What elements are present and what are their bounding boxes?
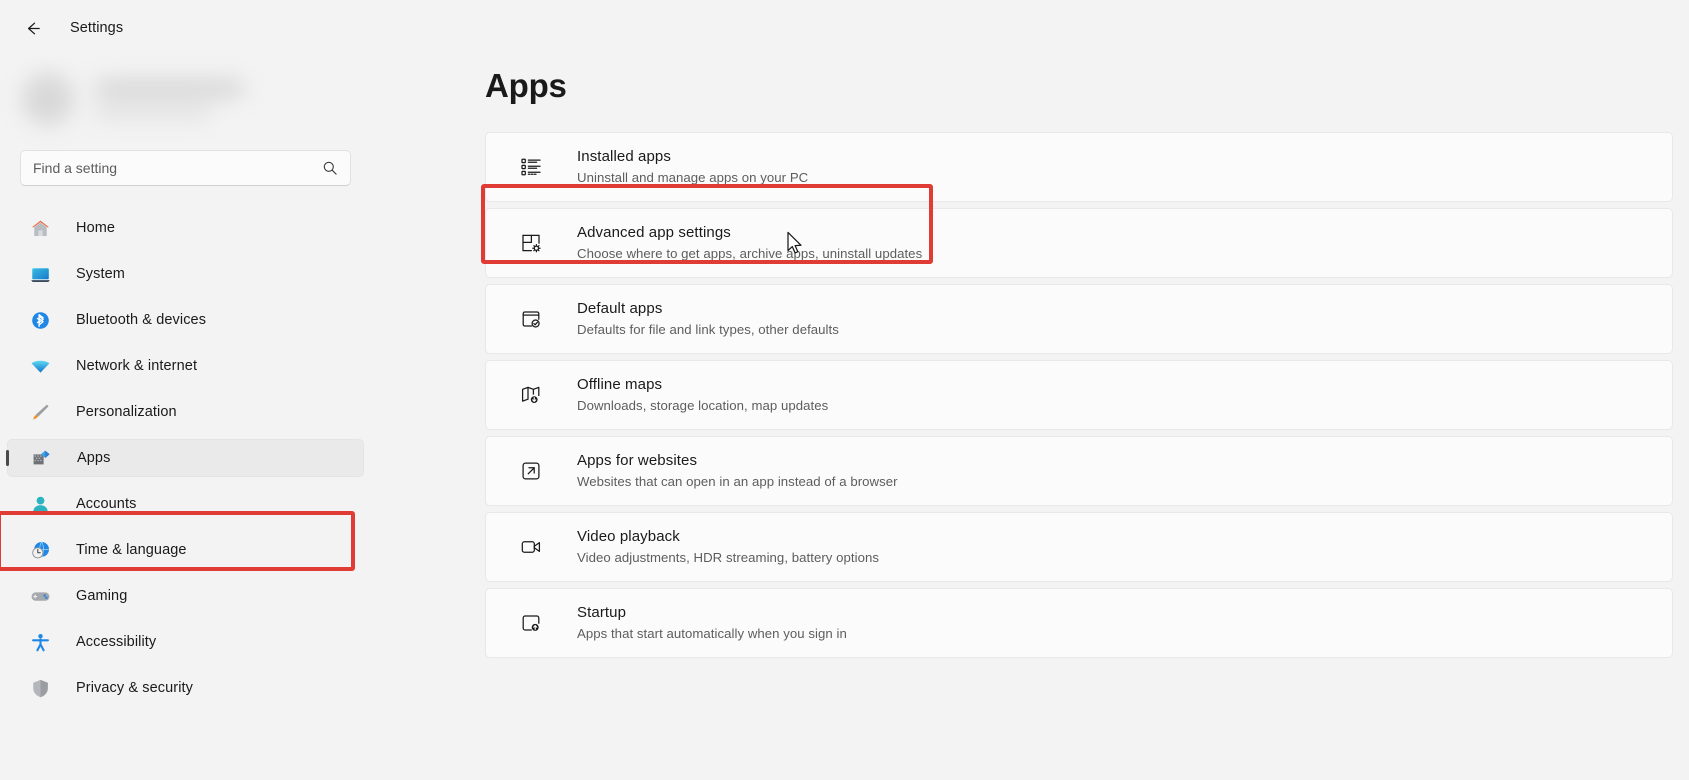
system-icon (29, 263, 51, 285)
card-offline-maps[interactable]: Offline maps Downloads, storage location… (485, 360, 1673, 430)
home-icon (29, 217, 51, 239)
body-split: Home (0, 56, 1689, 780)
card-text: Apps for websites Websites that can open… (577, 451, 898, 491)
card-subtitle: Defaults for file and link types, other … (577, 321, 839, 339)
card-title: Advanced app settings (577, 223, 922, 243)
card-title: Default apps (577, 299, 839, 319)
sidebar-item-accessibility[interactable]: Accessibility (7, 623, 364, 661)
external-link-icon (519, 459, 543, 483)
card-title: Installed apps (577, 147, 808, 167)
sidebar-item-label: Time & language (76, 542, 187, 558)
search-box[interactable] (20, 150, 351, 186)
apps-icon (30, 447, 52, 469)
startup-icon (519, 611, 543, 635)
settings-window: Settings (0, 0, 1689, 780)
card-title: Apps for websites (577, 451, 898, 471)
avatar (22, 73, 74, 125)
card-subtitle: Video adjustments, HDR streaming, batter… (577, 549, 879, 567)
card-text: Startup Apps that start automatically wh… (577, 603, 847, 643)
accessibility-icon (29, 631, 51, 653)
sidebar-item-gaming[interactable]: Gaming (7, 577, 364, 615)
sidebar-item-time-language[interactable]: Time & language (7, 531, 364, 569)
sidebar-item-bluetooth-devices[interactable]: Bluetooth & devices (7, 301, 364, 339)
search-input[interactable] (33, 160, 316, 176)
sidebar-item-label: Apps (77, 450, 110, 466)
gaming-icon (29, 585, 51, 607)
search-wrap (0, 150, 371, 186)
sidebar-item-label: Network & internet (76, 358, 197, 374)
sidebar-item-label: System (76, 266, 125, 282)
card-video-playback[interactable]: Video playback Video adjustments, HDR st… (485, 512, 1673, 582)
app-settings-icon (519, 231, 543, 255)
main-content: Apps (371, 56, 1689, 780)
sidebar-item-label: Accounts (76, 496, 136, 512)
user-profile[interactable] (0, 56, 371, 142)
card-text: Installed apps Uninstall and manage apps… (577, 147, 808, 187)
card-text: Video playback Video adjustments, HDR st… (577, 527, 879, 567)
map-download-icon (519, 383, 543, 407)
sidebar-item-home[interactable]: Home (7, 209, 364, 247)
card-advanced-app-settings[interactable]: Advanced app settings Choose where to ge… (485, 208, 1673, 278)
card-subtitle: Uninstall and manage apps on your PC (577, 169, 808, 187)
card-subtitle: Apps that start automatically when you s… (577, 625, 847, 643)
sidebar-item-personalization[interactable]: Personalization (7, 393, 364, 431)
profile-name (94, 80, 244, 97)
profile-text (94, 80, 244, 118)
card-default-apps[interactable]: Default apps Defaults for file and link … (485, 284, 1673, 354)
sidebar-item-label: Gaming (76, 588, 127, 604)
time-language-icon (29, 539, 51, 561)
window-title: Settings (70, 20, 123, 36)
search-icon[interactable] (322, 160, 338, 176)
sidebar-item-accounts[interactable]: Accounts (7, 485, 364, 523)
profile-account-type (94, 106, 212, 118)
back-arrow-icon (24, 20, 41, 37)
card-subtitle: Websites that can open in an app instead… (577, 473, 898, 491)
sidebar-item-label: Privacy & security (76, 680, 193, 696)
card-title: Startup (577, 603, 847, 623)
sidebar-nav: Home (0, 209, 371, 707)
card-text: Default apps Defaults for file and link … (577, 299, 839, 339)
default-apps-icon (519, 307, 543, 331)
back-button[interactable] (14, 10, 50, 46)
card-title: Offline maps (577, 375, 828, 395)
sidebar-item-network-internet[interactable]: Network & internet (7, 347, 364, 385)
list-icon (519, 155, 543, 179)
titlebar: Settings (0, 0, 1689, 56)
sidebar-item-label: Bluetooth & devices (76, 312, 206, 328)
personalization-icon (29, 401, 51, 423)
card-title: Video playback (577, 527, 879, 547)
card-apps-for-websites[interactable]: Apps for websites Websites that can open… (485, 436, 1673, 506)
card-subtitle: Downloads, storage location, map updates (577, 397, 828, 415)
page-title: Apps (485, 67, 1689, 105)
sidebar-item-label: Accessibility (76, 634, 156, 650)
card-subtitle: Choose where to get apps, archive apps, … (577, 245, 922, 263)
card-startup[interactable]: Startup Apps that start automatically wh… (485, 588, 1673, 658)
sidebar-item-apps[interactable]: Apps (7, 439, 364, 477)
bluetooth-icon (29, 309, 51, 331)
sidebar-item-label: Home (76, 220, 115, 236)
sidebar-item-system[interactable]: System (7, 255, 364, 293)
card-text: Advanced app settings Choose where to ge… (577, 223, 922, 263)
accounts-icon (29, 493, 51, 515)
card-text: Offline maps Downloads, storage location… (577, 375, 828, 415)
video-camera-icon (519, 535, 543, 559)
network-icon (29, 355, 51, 377)
privacy-security-icon (29, 677, 51, 699)
card-installed-apps[interactable]: Installed apps Uninstall and manage apps… (485, 132, 1673, 202)
sidebar-item-privacy-security[interactable]: Privacy & security (7, 669, 364, 707)
sidebar-item-label: Personalization (76, 404, 177, 420)
sidebar: Home (0, 56, 371, 780)
settings-card-list: Installed apps Uninstall and manage apps… (485, 132, 1689, 658)
